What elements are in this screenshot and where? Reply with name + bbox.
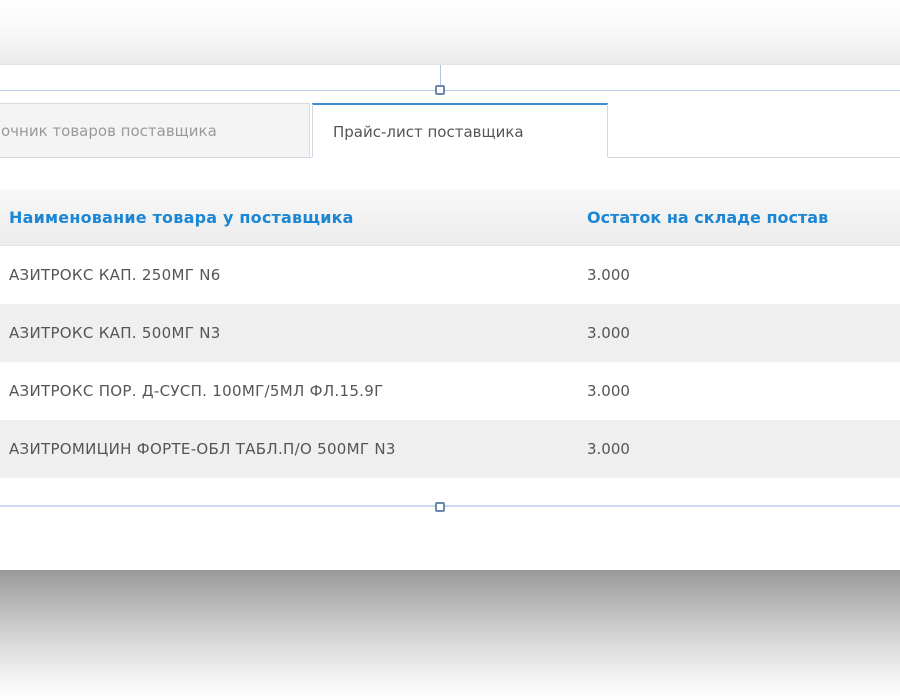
stock-cell: 3.000: [587, 266, 630, 284]
table-row[interactable]: АЗИТРОКС КАП. 500МГ N3 3.000: [0, 304, 900, 362]
resize-handle-bottom[interactable]: [435, 502, 445, 512]
product-name-cell: АЗИТРОКС КАП. 500МГ N3: [9, 324, 221, 342]
column-header-stock[interactable]: Остаток на складе постав: [587, 189, 900, 246]
table-row[interactable]: АЗИТРОМИЦИН ФОРТЕ-ОБЛ ТАБЛ.П/О 500МГ N3 …: [0, 420, 900, 478]
stock-cell: 3.000: [587, 382, 630, 400]
product-name-cell: АЗИТРОКС КАП. 250МГ N6: [9, 266, 221, 284]
table-row[interactable]: АЗИТРОКС ПОР. Д-СУСП. 100МГ/5МЛ ФЛ.15.9Г…: [0, 362, 900, 420]
selection-guide-bottom: [0, 505, 900, 507]
tab-bar: очник товаров поставщика Прайс-лист пост…: [0, 103, 900, 158]
column-header-product-name[interactable]: Наименование товара у поставщика: [9, 189, 569, 246]
window-top-shadow: [0, 0, 900, 66]
window-bottom-shadow: [0, 570, 900, 700]
product-name-cell: АЗИТРОКС ПОР. Д-СУСП. 100МГ/5МЛ ФЛ.15.9Г: [9, 382, 384, 400]
resize-handle-top[interactable]: [435, 85, 445, 95]
price-list-table: Наименование товара у поставщика Остаток…: [0, 189, 900, 478]
stock-cell: 3.000: [587, 324, 630, 342]
table-header-row: Наименование товара у поставщика Остаток…: [0, 189, 900, 246]
tab-supplier-price-list[interactable]: Прайс-лист поставщика: [312, 103, 608, 158]
stock-cell: 3.000: [587, 440, 630, 458]
supplier-panel: очник товаров поставщика Прайс-лист пост…: [0, 64, 900, 571]
tab-supplier-goods-directory[interactable]: очник товаров поставщика: [0, 103, 310, 157]
table-row[interactable]: АЗИТРОКС КАП. 250МГ N6 3.000: [0, 246, 900, 304]
product-name-cell: АЗИТРОМИЦИН ФОРТЕ-ОБЛ ТАБЛ.П/О 500МГ N3: [9, 440, 396, 458]
selection-guide-top: [0, 90, 900, 91]
screenshot-stage: очник товаров поставщика Прайс-лист пост…: [0, 0, 900, 700]
